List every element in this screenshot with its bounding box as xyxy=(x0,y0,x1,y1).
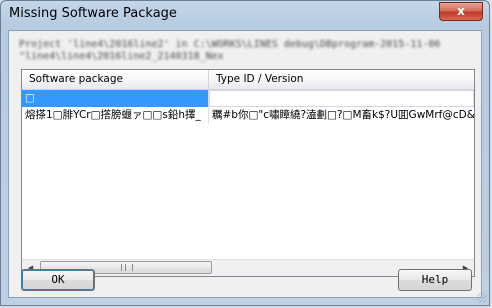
close-icon: x xyxy=(457,4,465,18)
message-line-1: Project 'line4\2016line2' in C:\WORKS\LI… xyxy=(19,39,441,50)
message-line-2: "line4\line4\2016line2_2140318_Nex xyxy=(19,51,224,62)
resize-grip-icon[interactable] xyxy=(477,293,487,303)
title-bar[interactable]: Missing Software Package x xyxy=(1,1,489,29)
missing-package-message: Project 'line4\2016line2' in C:\WORKS\LI… xyxy=(19,39,469,63)
window-title: Missing Software Package xyxy=(9,6,177,21)
table-row[interactable]: 熔搽1□腓YCr□撘膀蝘ァ□□s鉛h擇_ 糲#b你□"c嘯瞕繞?溘劃□?□M畜k… xyxy=(22,107,474,124)
type-version-cell[interactable] xyxy=(209,90,474,107)
column-header-type-id-version[interactable]: Type ID / Version xyxy=(209,70,474,89)
table-header: Software package Type ID / Version xyxy=(22,70,474,90)
dialog-client-area: Project 'line4\2016line2' in C:\WORKS\LI… xyxy=(8,30,482,298)
close-button[interactable]: x xyxy=(439,2,483,21)
column-header-software-package[interactable]: Software package xyxy=(22,70,209,89)
missing-software-package-dialog: Missing Software Package x Project 'line… xyxy=(0,0,490,306)
table-row[interactable]: □ xyxy=(22,90,474,107)
ok-button[interactable]: OK xyxy=(21,269,95,291)
scrollbar-grip-icon xyxy=(121,264,133,271)
package-cell[interactable]: □ xyxy=(22,90,209,107)
type-version-cell[interactable]: 糲#b你□"c嘯瞕繞?溘劃□?□M畜k$?U囬GwMrf@cD& xyxy=(209,107,474,124)
help-button[interactable]: Help xyxy=(398,269,472,291)
package-cell[interactable]: 熔搽1□腓YCr□撘膀蝘ァ□□s鉛h擇_ xyxy=(22,107,209,124)
software-package-list[interactable]: Software package Type ID / Version □ 熔搽1… xyxy=(21,69,475,277)
